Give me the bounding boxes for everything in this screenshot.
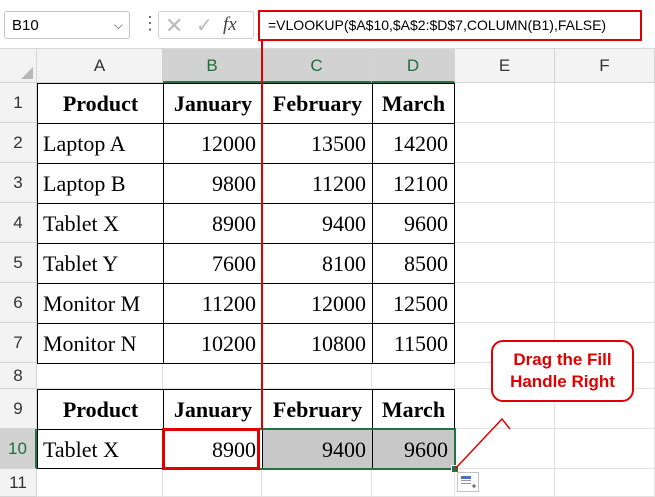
table-cell[interactable]: 7600 <box>163 243 263 284</box>
table-cell[interactable]: 11500 <box>372 323 455 364</box>
row-header-6[interactable]: 6 <box>0 283 37 323</box>
cell[interactable] <box>555 163 655 203</box>
cell[interactable] <box>555 429 655 469</box>
table-cell[interactable]: 9800 <box>163 163 263 204</box>
cell[interactable] <box>455 203 555 243</box>
row-header-11[interactable]: 11 <box>0 469 37 497</box>
select-all-button[interactable] <box>0 49 37 83</box>
connector-line <box>261 41 263 430</box>
table1-header-march[interactable]: March <box>372 83 455 124</box>
table-cell[interactable]: Tablet Y <box>37 243 164 284</box>
table-cell[interactable]: Laptop B <box>37 163 164 204</box>
formula-input[interactable]: =VLOOKUP($A$10,$A$2:$D$7,COLUMN(B1),FALS… <box>258 10 642 41</box>
row-header-3[interactable]: 3 <box>0 163 37 203</box>
column-header-d[interactable]: D <box>372 49 455 83</box>
table2-header-product[interactable]: Product <box>37 389 164 430</box>
table-cell[interactable]: 9600 <box>372 203 455 244</box>
cell[interactable] <box>37 469 163 497</box>
table-cell[interactable]: 9400 <box>262 203 373 244</box>
table-cell[interactable]: Monitor M <box>37 283 164 324</box>
table1-header-february[interactable]: February <box>262 83 373 124</box>
cell[interactable] <box>555 469 655 497</box>
auto-fill-icon <box>461 476 476 488</box>
cell[interactable] <box>455 283 555 323</box>
cell[interactable] <box>163 469 262 497</box>
column-header-a[interactable]: A <box>37 49 163 83</box>
row-header-7[interactable]: 7 <box>0 323 37 363</box>
callout-line-1: Drag the Fill <box>513 350 612 369</box>
table-cell[interactable]: 12500 <box>372 283 455 324</box>
row-header-2[interactable]: 2 <box>0 123 37 163</box>
table-cell[interactable]: 8900 <box>163 203 263 244</box>
cell[interactable] <box>455 83 555 123</box>
cell[interactable] <box>555 243 655 283</box>
table-cell[interactable]: 14200 <box>372 123 455 164</box>
cell[interactable] <box>262 363 372 389</box>
row-header-8[interactable]: 8 <box>0 363 37 389</box>
enter-icon[interactable]: ✓ <box>196 13 213 38</box>
table1-header-product[interactable]: Product <box>37 83 164 124</box>
callout-pointer <box>454 417 511 470</box>
callout-pointer-line <box>454 417 511 470</box>
auto-fill-options-button[interactable] <box>457 472 479 492</box>
chevron-down-icon[interactable]: ⌵ <box>114 18 123 33</box>
table2-header-january[interactable]: January <box>163 389 263 430</box>
callout-line-2: Handle Right <box>510 372 615 391</box>
formula-buttons: ✕ ✓ fx <box>158 11 254 39</box>
column-header-f[interactable]: F <box>555 49 655 83</box>
table-cell[interactable]: 8500 <box>372 243 455 284</box>
cell[interactable] <box>555 203 655 243</box>
table-cell[interactable]: Tablet X <box>37 203 164 244</box>
column-header-c[interactable]: C <box>262 49 372 83</box>
insert-function-icon[interactable]: fx <box>223 14 237 36</box>
table-cell[interactable]: 12000 <box>262 283 373 324</box>
cell[interactable] <box>555 283 655 323</box>
table-cell[interactable]: Laptop A <box>37 123 164 164</box>
table-cell[interactable]: 9400 <box>262 429 373 469</box>
cell[interactable] <box>37 363 163 389</box>
name-box-value: B10 <box>12 17 39 34</box>
column-header-e[interactable]: E <box>455 49 555 83</box>
cell[interactable] <box>455 243 555 283</box>
table-cell[interactable]: 11200 <box>163 283 263 324</box>
table-cell[interactable]: 8100 <box>262 243 373 284</box>
annotation-callout: Drag the Fill Handle Right <box>491 340 634 402</box>
table-cell[interactable]: Monitor N <box>37 323 164 364</box>
table-cell[interactable]: 12000 <box>163 123 263 164</box>
table-cell[interactable]: 10800 <box>262 323 373 364</box>
table-cell[interactable]: 12100 <box>372 163 455 204</box>
selected-cell-b10[interactable]: 8900 <box>163 429 263 469</box>
select-all-icon <box>21 67 33 79</box>
cell[interactable] <box>555 123 655 163</box>
worksheet-grid: A B C D E F 1 2 3 4 5 6 7 8 9 10 11 Prod… <box>0 41 655 497</box>
row-header-4[interactable]: 4 <box>0 203 37 243</box>
table2-header-february[interactable]: February <box>262 389 373 430</box>
row-header-1[interactable]: 1 <box>0 83 37 123</box>
name-box[interactable]: B10 ⌵ <box>4 11 130 39</box>
cell[interactable] <box>555 83 655 123</box>
row-header-5[interactable]: 5 <box>0 243 37 283</box>
cell[interactable] <box>262 469 372 497</box>
cell[interactable] <box>455 163 555 203</box>
table-cell[interactable]: 11200 <box>262 163 373 204</box>
column-header-b[interactable]: B <box>163 49 262 83</box>
table-cell[interactable]: 13500 <box>262 123 373 164</box>
cell[interactable] <box>372 363 455 389</box>
formula-text: =VLOOKUP($A$10,$A$2:$D$7,COLUMN(B1),FALS… <box>268 17 607 33</box>
row-header-10[interactable]: 10 <box>0 429 37 469</box>
cell[interactable] <box>163 363 262 389</box>
formula-bar-area: B10 ⌵ ⋮ ✕ ✓ fx =VLOOKUP($A$10,$A$2:$D$7,… <box>0 0 655 49</box>
cancel-icon[interactable]: ✕ <box>165 13 183 39</box>
cell[interactable] <box>455 123 555 163</box>
table-cell[interactable]: Tablet X <box>37 429 164 469</box>
row-header-9[interactable]: 9 <box>0 389 37 429</box>
more-options-icon[interactable]: ⋮ <box>141 13 159 34</box>
table1-header-january[interactable]: January <box>163 83 263 124</box>
table-cell[interactable]: 10200 <box>163 323 263 364</box>
